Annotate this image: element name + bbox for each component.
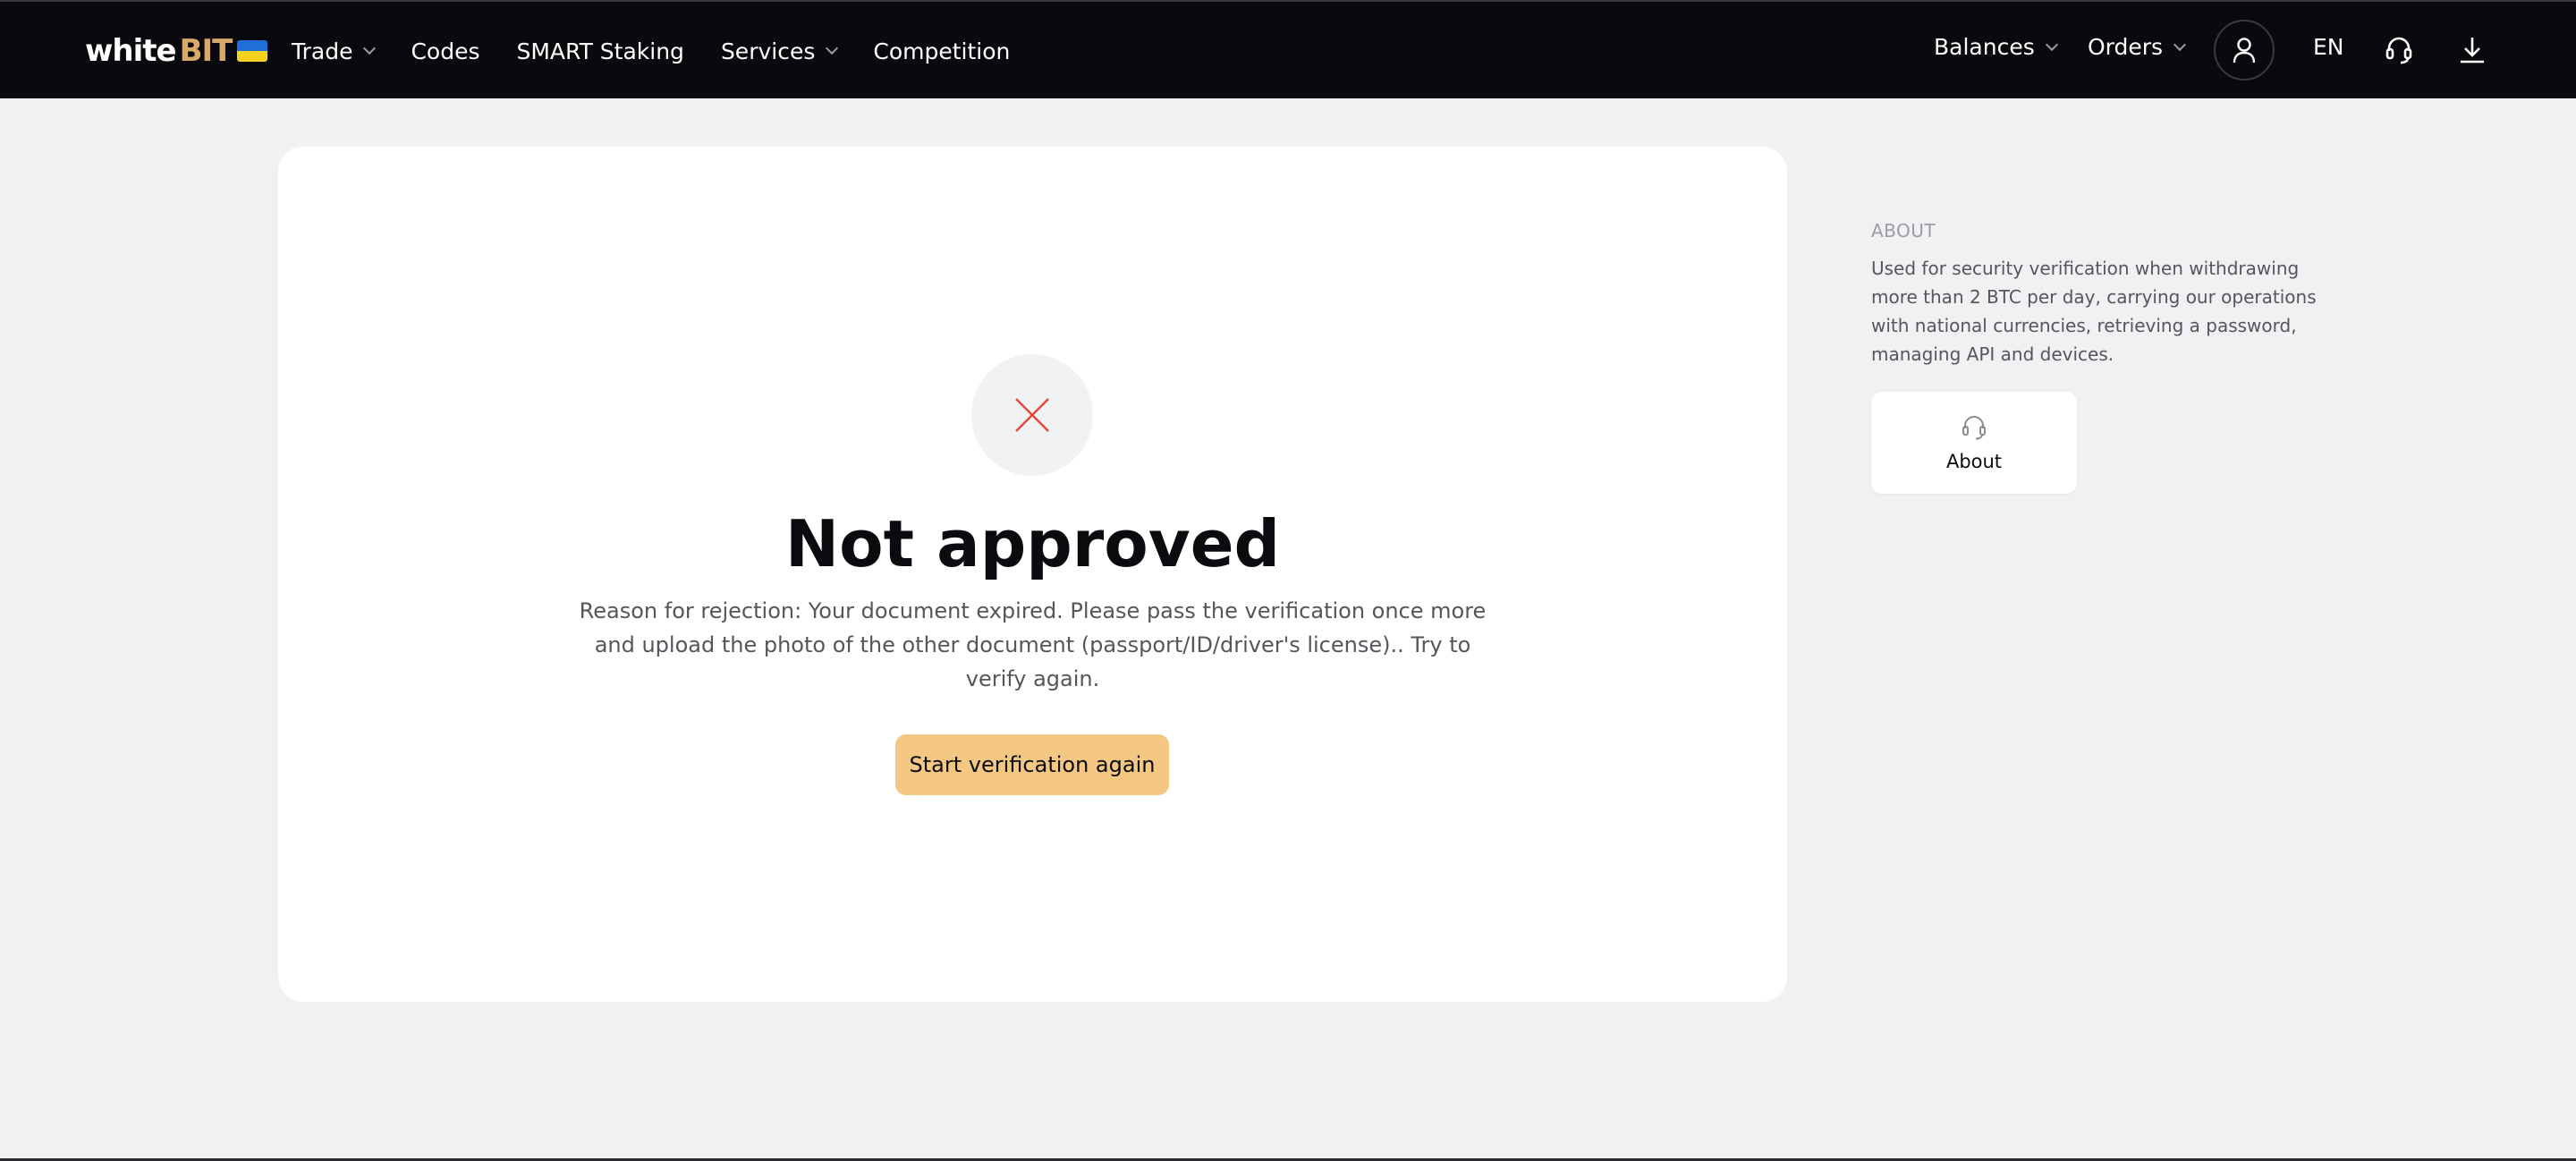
nav-services[interactable]: Services <box>720 38 839 64</box>
page-title: Not approved <box>784 506 1281 581</box>
top-navigation-bar: white BIT Trade Codes SMART Staking Serv… <box>0 0 2576 98</box>
language-selector[interactable]: EN <box>2313 34 2344 60</box>
status-icon-circle <box>971 354 1093 476</box>
rejection-reason-text: Reason for rejection: Your document expi… <box>579 598 1487 691</box>
nav-competition[interactable]: Competition <box>873 38 1010 64</box>
user-profile-button[interactable] <box>2214 20 2275 81</box>
about-card-button[interactable]: About <box>1871 392 2077 494</box>
nav-codes-label: Codes <box>411 38 480 64</box>
chevron-down-icon <box>2045 38 2058 51</box>
ukraine-flag-icon <box>237 40 268 62</box>
logo-text-bit: BIT <box>179 33 233 69</box>
user-icon <box>2233 38 2256 64</box>
nav-orders-label: Orders <box>2088 34 2164 60</box>
nav-smart-staking[interactable]: SMART Staking <box>516 38 683 64</box>
about-card-label: About <box>1945 451 2003 472</box>
chevron-down-icon <box>363 41 377 55</box>
chevron-down-icon <box>2174 38 2187 51</box>
nav-services-label: Services <box>720 38 816 64</box>
about-description: Used for security verification when with… <box>1871 258 2317 365</box>
main-nav: Trade Codes SMART Staking Services Compe… <box>292 2 1046 100</box>
nav-trade-label: Trade <box>292 38 353 64</box>
verification-status-card: Not approved Reason for rejection: Your … <box>278 147 1787 1002</box>
chevron-down-icon <box>826 41 839 55</box>
about-section-label: ABOUT <box>1871 220 1936 242</box>
nav-smart-staking-label: SMART Staking <box>516 38 684 64</box>
close-icon <box>1015 398 1049 432</box>
nav-balances[interactable]: Balances <box>1934 34 2058 60</box>
download-app-button[interactable] <box>2456 34 2488 66</box>
logo-text-white: white <box>85 33 177 69</box>
nav-balances-label: Balances <box>1934 34 2035 60</box>
nav-orders[interactable]: Orders <box>2088 34 2187 60</box>
support-button[interactable] <box>2383 34 2415 66</box>
start-verification-again-button[interactable]: Start verification again <box>895 734 1169 795</box>
whitebit-logo[interactable]: white BIT <box>85 30 268 72</box>
headset-icon <box>2385 37 2412 64</box>
download-icon <box>2461 38 2484 64</box>
headset-icon <box>1962 415 1986 440</box>
nav-trade[interactable]: Trade <box>292 38 377 64</box>
nav-codes[interactable]: Codes <box>411 38 479 64</box>
nav-competition-label: Competition <box>873 38 1011 64</box>
